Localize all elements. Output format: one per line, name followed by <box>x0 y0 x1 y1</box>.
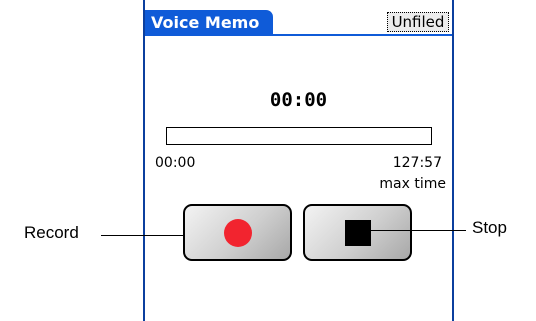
stop-callout-label: Stop <box>472 218 507 237</box>
title-underline <box>145 34 452 36</box>
elapsed-time: 00:00 <box>269 89 328 111</box>
record-dot-icon <box>223 218 252 247</box>
max-time-label: max time <box>379 176 446 192</box>
record-callout-label: Record <box>24 223 79 242</box>
stop-square-icon <box>344 219 371 246</box>
max-time-value: 127:57 <box>392 155 442 171</box>
category-selector[interactable]: Unfiled <box>387 12 449 32</box>
title-bar: Voice Memo Unfiled <box>145 10 452 36</box>
device-screen: Voice Memo Unfiled 00:00 00:00 127:57 ma… <box>143 0 454 321</box>
record-button[interactable] <box>183 204 292 261</box>
stop-button[interactable] <box>303 204 412 261</box>
app-title[interactable]: Voice Memo <box>145 10 273 36</box>
record-callout-line <box>101 235 185 236</box>
stop-callout-line <box>362 230 466 231</box>
start-time: 00:00 <box>155 155 196 171</box>
recording-progress-bar <box>166 127 432 145</box>
